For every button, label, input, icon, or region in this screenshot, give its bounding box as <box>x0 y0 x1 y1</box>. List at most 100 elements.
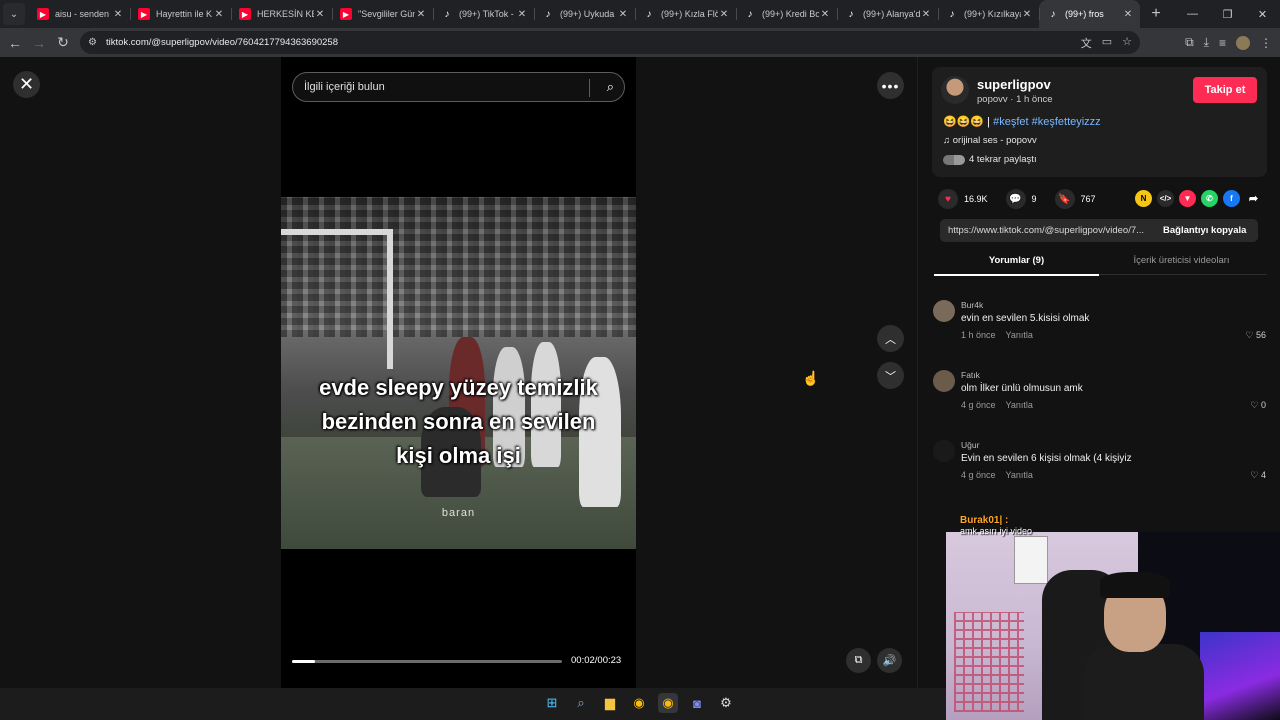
cast-icon[interactable]: ▭ <box>1102 35 1112 51</box>
comment-like[interactable]: ♡ 0 <box>1250 400 1266 411</box>
comment-like[interactable]: ♡ 56 <box>1245 330 1266 341</box>
search-input[interactable]: İlgili içeriği bulun ⌕ <box>292 72 625 102</box>
chrome-icon[interactable]: ◉ <box>629 693 649 713</box>
settings-icon[interactable]: ⚙ <box>716 693 736 713</box>
close-tab-icon[interactable]: ✕ <box>920 9 932 20</box>
forward-arrow-icon[interactable]: → <box>27 31 51 55</box>
url-text[interactable]: tiktok.com/@superligpov/video/7604217794… <box>106 37 338 48</box>
discord-icon[interactable]: ◙ <box>687 693 707 713</box>
music-link[interactable]: ♫ orijinal ses - popovv <box>943 135 1037 146</box>
extensions-icon[interactable]: ⧉ <box>1185 35 1194 50</box>
embed-icon[interactable]: </> <box>1157 190 1174 207</box>
new-tab-button[interactable]: + <box>1144 5 1168 23</box>
chevron-up-icon[interactable]: ︿ <box>877 325 904 352</box>
close-window-icon[interactable]: ✕ <box>1245 0 1280 28</box>
tiktok-icon: ♪ <box>444 8 450 20</box>
download-icon[interactable]: ⤓ <box>1204 35 1209 50</box>
hashtag-links[interactable]: #keşfet #keşfetteyizzz <box>993 116 1101 128</box>
search-icon[interactable]: ⌕ <box>607 79 614 95</box>
close-tab-icon[interactable]: ✕ <box>718 9 730 20</box>
browser-tab[interactable]: ▶ HERKESİN KEN✕ <box>231 0 332 28</box>
windows-start-icon[interactable]: ⊞ <box>542 693 562 713</box>
streamer-body <box>1084 644 1204 720</box>
browser-tab[interactable]: ♪ (99+) Kızla Flör ✕ <box>635 0 736 28</box>
close-tab-icon[interactable]: ✕ <box>112 9 124 20</box>
description-emojis: 😆😆😆 | <box>943 116 991 128</box>
browser-tab[interactable]: ♪ (99+) Kızılkaya ✕ <box>938 0 1039 28</box>
video-player[interactable]: İlgili içeriği bulun ⌕ evde sleepy yüzey… <box>281 57 636 688</box>
comment-username[interactable]: Uğur <box>961 440 979 450</box>
close-tab-icon[interactable]: ✕ <box>617 9 629 20</box>
minimize-icon[interactable]: — <box>1175 0 1210 28</box>
chrome-active-icon[interactable]: ◉ <box>658 693 678 713</box>
caption-line: bezinden sonra en sevilen <box>321 409 596 434</box>
avatar[interactable] <box>933 440 955 462</box>
progress-bar[interactable] <box>292 660 562 663</box>
comment-text: Evin en sevilen 6 kişisi olmak (4 kişiyi… <box>961 453 1132 464</box>
close-tab-icon[interactable]: ✕ <box>415 9 427 20</box>
search-placeholder: İlgili içeriği bulun <box>304 81 385 93</box>
translate-icon[interactable]: 文 <box>1081 35 1092 51</box>
comment-time: 1 h önce <box>961 330 996 340</box>
browser-tab-active[interactable]: ♪ (99+) fros ✕ <box>1039 0 1140 28</box>
comment-like[interactable]: ♡ 4 <box>1250 470 1266 481</box>
avatar[interactable] <box>933 370 955 392</box>
saves-count: 767 <box>1080 194 1096 204</box>
browser-tab[interactable]: ▶ "Sevgililer Gün ✕ <box>332 0 433 28</box>
heart-icon[interactable]: ♥ <box>938 189 958 209</box>
close-tab-icon[interactable]: ✕ <box>1021 9 1033 20</box>
send-icon[interactable]: ▼ <box>1179 190 1196 207</box>
tab-search-button[interactable]: ⌄ <box>3 3 25 25</box>
facebook-icon[interactable]: f <box>1223 190 1240 207</box>
reposts-info[interactable]: 4 tekrar paylaştı <box>943 154 1037 165</box>
browser-tab[interactable]: ♪ (99+) Alanya'da ✕ <box>837 0 938 28</box>
media-controls-icon[interactable]: ≡ <box>1219 36 1226 50</box>
bookmark-star-icon[interactable]: ☆ <box>1122 35 1132 51</box>
profile-avatar-icon[interactable] <box>1236 35 1250 50</box>
tab-creator-videos[interactable]: İçerik üreticisi videoları <box>1099 255 1264 266</box>
coin-share-icon[interactable]: N <box>1135 190 1152 207</box>
close-icon[interactable]: ✕ <box>13 71 40 98</box>
search-icon[interactable]: ⌕ <box>571 693 591 713</box>
bookmark-icon[interactable]: 🔖 <box>1054 189 1075 209</box>
whatsapp-icon[interactable]: ✆ <box>1201 190 1218 207</box>
url-bar[interactable]: ⚙ tiktok.com/@superligpov/video/76042177… <box>80 31 1140 54</box>
comment-icon[interactable]: 💬 <box>1005 189 1026 209</box>
chevron-down-icon[interactable]: ﹀ <box>877 362 904 389</box>
close-tab-icon[interactable]: ✕ <box>516 9 528 20</box>
share-link-text[interactable]: https://www.tiktok.com/@superligpov/vide… <box>940 225 1155 236</box>
reply-button[interactable]: Yanıtla <box>1006 470 1033 480</box>
avatar[interactable] <box>933 300 955 322</box>
author-username[interactable]: superligpov <box>977 77 1051 92</box>
comment-username[interactable]: Bur4k <box>961 300 983 310</box>
close-tab-icon[interactable]: ✕ <box>819 9 831 20</box>
reply-button[interactable]: Yanıtla <box>1006 400 1033 410</box>
browser-tab[interactable]: ♪ (99+) Uykuda b ✕ <box>534 0 635 28</box>
follow-button[interactable]: Takip et <box>1193 77 1257 103</box>
youtube-icon: ▶ <box>138 8 150 20</box>
author-avatar[interactable] <box>941 76 969 104</box>
share-arrow-icon[interactable]: ➦ <box>1245 190 1262 207</box>
video-frame[interactable]: evde sleepy yüzey temizlik bezinden sonr… <box>281 197 636 549</box>
more-options-icon[interactable]: ••• <box>877 72 904 99</box>
reply-button[interactable]: Yanıtla <box>1006 330 1033 340</box>
volume-icon[interactable]: 🔊 <box>877 648 902 673</box>
browser-tab[interactable]: ♪ (99+) Kredi Bor ✕ <box>736 0 837 28</box>
back-arrow-icon[interactable]: ← <box>3 31 27 55</box>
taskbar-icons: ⊞ ⌕ ▆ ◉ ◉ ◙ ⚙ <box>542 693 736 713</box>
site-info-icon[interactable]: ⚙ <box>88 37 102 48</box>
browser-tab[interactable]: ♪ (99+) TikTok - M✕ <box>433 0 534 28</box>
close-tab-icon[interactable]: ✕ <box>213 9 225 20</box>
comment-username[interactable]: Fatık <box>961 370 980 380</box>
browser-menu-icon[interactable]: ⋮ <box>1260 36 1272 50</box>
file-explorer-icon[interactable]: ▆ <box>600 693 620 713</box>
copy-link-button[interactable]: Bağlantıyı kopyala <box>1155 225 1246 236</box>
reload-icon[interactable]: ↻ <box>51 31 75 55</box>
tab-comments[interactable]: Yorumlar (9) <box>934 255 1099 276</box>
close-tab-icon[interactable]: ✕ <box>1122 9 1134 20</box>
close-tab-icon[interactable]: ✕ <box>314 9 326 20</box>
browser-tab[interactable]: ▶ aisu - senden b ✕ <box>29 0 130 28</box>
browser-tab[interactable]: ▶ Hayrettin ile K ✕ <box>130 0 231 28</box>
maximize-icon[interactable]: ❐ <box>1210 0 1245 28</box>
picture-in-picture-icon[interactable]: ⧉ <box>846 648 871 673</box>
